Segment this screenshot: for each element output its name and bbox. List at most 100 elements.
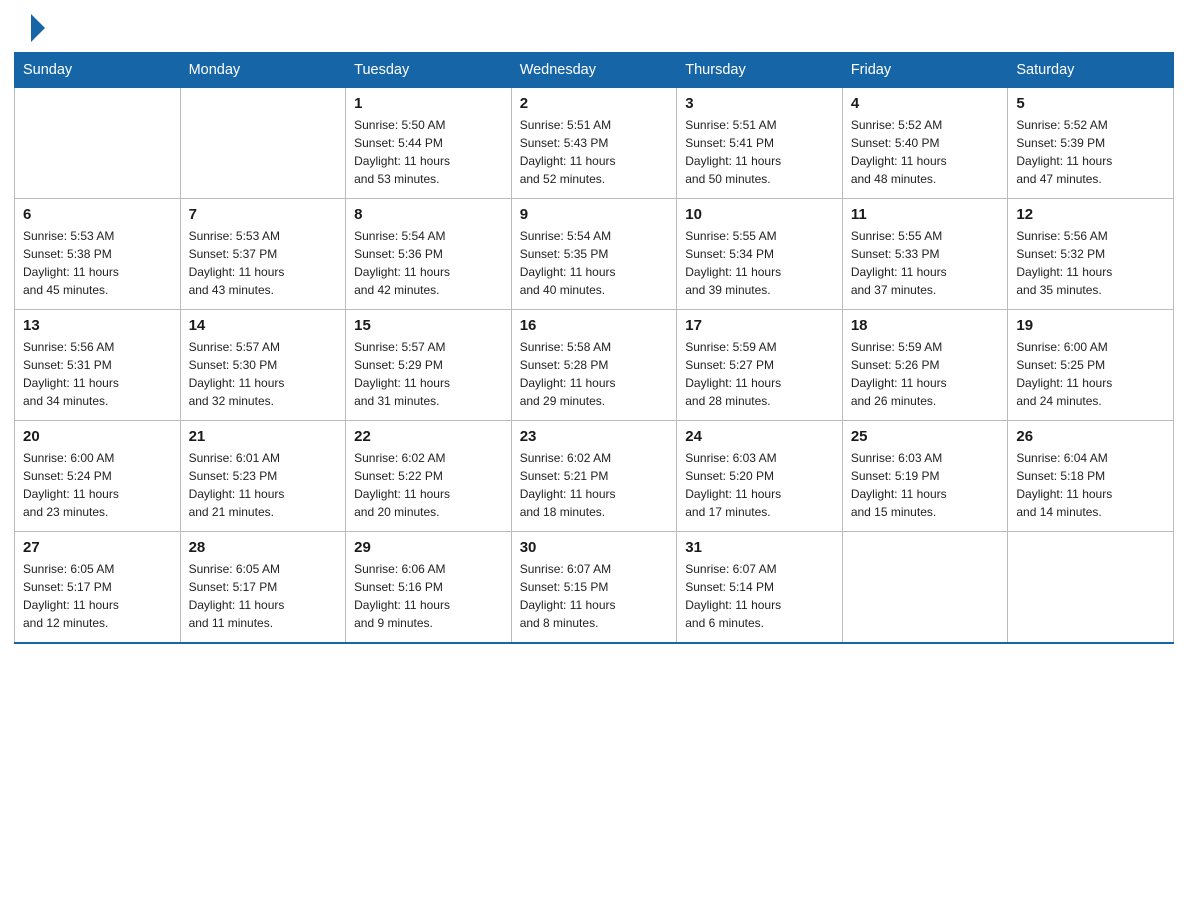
day-number: 13 <box>23 317 172 334</box>
calendar-cell: 5 Sunrise: 5:52 AM Sunset: 5:39 PM Daylig… <box>1008 88 1174 199</box>
calendar-cell: 27 Sunrise: 6:05 AM Sunset: 5:17 PM Dayli… <box>15 532 181 644</box>
calendar-week-row: 20Sunrise: 6:00 AM Sunset: 5:24 PM Dayli… <box>15 421 1174 532</box>
calendar-cell: 26Sunrise: 6:04 AM Sunset: 5:18 PM Dayli… <box>1008 421 1174 532</box>
day-of-week-header: Wednesday <box>511 53 677 88</box>
calendar-cell <box>842 532 1008 644</box>
day-number: 16 <box>520 317 669 334</box>
day-number: 29 <box>354 539 503 556</box>
day-number: 6 <box>23 206 172 223</box>
day-of-week-header: Saturday <box>1008 53 1174 88</box>
day-number: 27 <box>23 539 172 556</box>
day-number: 12 <box>1016 206 1165 223</box>
calendar-cell <box>1008 532 1174 644</box>
day-info: Sunrise: 5:56 AM Sunset: 5:31 PM Dayligh… <box>23 338 172 410</box>
day-info: Sunrise: 6:02 AM Sunset: 5:22 PM Dayligh… <box>354 449 503 521</box>
day-number: 17 <box>685 317 834 334</box>
calendar-cell: 4Sunrise: 5:52 AM Sunset: 5:40 PM Daylig… <box>842 88 1008 199</box>
day-info: Sunrise: 5:53 AM Sunset: 5:38 PM Dayligh… <box>23 227 172 299</box>
day-number: 7 <box>189 206 338 223</box>
day-number: 24 <box>685 428 834 445</box>
day-info: Sunrise: 5:54 AM Sunset: 5:35 PM Dayligh… <box>520 227 669 299</box>
day-info: Sunrise: 6:02 AM Sunset: 5:21 PM Dayligh… <box>520 449 669 521</box>
calendar-cell: 8 Sunrise: 5:54 AM Sunset: 5:36 PM Daylig… <box>346 199 512 310</box>
day-number: 8 <box>354 206 503 223</box>
day-info: Sunrise: 5:57 AM Sunset: 5:30 PM Dayligh… <box>189 338 338 410</box>
calendar-cell: 10Sunrise: 5:55 AM Sunset: 5:34 PM Dayli… <box>677 199 843 310</box>
calendar-cell: 17 Sunrise: 5:59 AM Sunset: 5:27 PM Dayli… <box>677 310 843 421</box>
day-info: Sunrise: 5:55 AM Sunset: 5:33 PM Dayligh… <box>851 227 1000 299</box>
day-of-week-header: Thursday <box>677 53 843 88</box>
day-number: 22 <box>354 428 503 445</box>
day-number: 18 <box>851 317 1000 334</box>
day-number: 14 <box>189 317 338 334</box>
day-info: Sunrise: 6:07 AM Sunset: 5:15 PM Dayligh… <box>520 560 669 632</box>
day-number: 26 <box>1016 428 1165 445</box>
day-info: Sunrise: 6:01 AM Sunset: 5:23 PM Dayligh… <box>189 449 338 521</box>
day-info: Sunrise: 5:57 AM Sunset: 5:29 PM Dayligh… <box>354 338 503 410</box>
day-info: Sunrise: 6:05 AM Sunset: 5:17 PM Dayligh… <box>23 560 172 632</box>
calendar-cell: 2 Sunrise: 5:51 AM Sunset: 5:43 PM Daylig… <box>511 88 677 199</box>
calendar-cell: 22 Sunrise: 6:02 AM Sunset: 5:22 PM Dayli… <box>346 421 512 532</box>
calendar-cell: 11 Sunrise: 5:55 AM Sunset: 5:33 PM Dayli… <box>842 199 1008 310</box>
day-of-week-header: Monday <box>180 53 346 88</box>
day-info: Sunrise: 5:55 AM Sunset: 5:34 PM Dayligh… <box>685 227 834 299</box>
calendar-cell <box>15 88 181 199</box>
day-info: Sunrise: 6:00 AM Sunset: 5:25 PM Dayligh… <box>1016 338 1165 410</box>
logo <box>28 18 47 42</box>
calendar-cell: 25 Sunrise: 6:03 AM Sunset: 5:19 PM Dayli… <box>842 421 1008 532</box>
calendar-cell: 16 Sunrise: 5:58 AM Sunset: 5:28 PM Dayli… <box>511 310 677 421</box>
day-info: Sunrise: 5:59 AM Sunset: 5:26 PM Dayligh… <box>851 338 1000 410</box>
day-number: 11 <box>851 206 1000 223</box>
calendar-cell: 14 Sunrise: 5:57 AM Sunset: 5:30 PM Dayli… <box>180 310 346 421</box>
calendar-week-row: 1Sunrise: 5:50 AM Sunset: 5:44 PM Daylig… <box>15 88 1174 199</box>
calendar-cell: 6 Sunrise: 5:53 AM Sunset: 5:38 PM Daylig… <box>15 199 181 310</box>
day-info: Sunrise: 5:53 AM Sunset: 5:37 PM Dayligh… <box>189 227 338 299</box>
day-number: 19 <box>1016 317 1165 334</box>
day-info: Sunrise: 5:52 AM Sunset: 5:40 PM Dayligh… <box>851 116 1000 188</box>
day-number: 9 <box>520 206 669 223</box>
day-number: 1 <box>354 95 503 112</box>
day-of-week-header: Sunday <box>15 53 181 88</box>
day-info: Sunrise: 5:54 AM Sunset: 5:36 PM Dayligh… <box>354 227 503 299</box>
day-number: 23 <box>520 428 669 445</box>
calendar-cell: 15 Sunrise: 5:57 AM Sunset: 5:29 PM Dayli… <box>346 310 512 421</box>
day-info: Sunrise: 5:52 AM Sunset: 5:39 PM Dayligh… <box>1016 116 1165 188</box>
calendar-cell: 28Sunrise: 6:05 AM Sunset: 5:17 PM Dayli… <box>180 532 346 644</box>
day-number: 20 <box>23 428 172 445</box>
calendar-header-row: SundayMondayTuesdayWednesdayThursdayFrid… <box>15 53 1174 88</box>
day-info: Sunrise: 5:59 AM Sunset: 5:27 PM Dayligh… <box>685 338 834 410</box>
calendar-cell: 29 Sunrise: 6:06 AM Sunset: 5:16 PM Dayli… <box>346 532 512 644</box>
calendar-week-row: 6 Sunrise: 5:53 AM Sunset: 5:38 PM Daylig… <box>15 199 1174 310</box>
day-number: 15 <box>354 317 503 334</box>
day-info: Sunrise: 6:03 AM Sunset: 5:20 PM Dayligh… <box>685 449 834 521</box>
day-info: Sunrise: 6:06 AM Sunset: 5:16 PM Dayligh… <box>354 560 503 632</box>
calendar-cell: 24 Sunrise: 6:03 AM Sunset: 5:20 PM Dayli… <box>677 421 843 532</box>
day-of-week-header: Friday <box>842 53 1008 88</box>
calendar-cell: 7 Sunrise: 5:53 AM Sunset: 5:37 PM Daylig… <box>180 199 346 310</box>
calendar-cell: 3 Sunrise: 5:51 AM Sunset: 5:41 PM Daylig… <box>677 88 843 199</box>
day-number: 5 <box>1016 95 1165 112</box>
day-number: 28 <box>189 539 338 556</box>
calendar-cell: 30 Sunrise: 6:07 AM Sunset: 5:15 PM Dayli… <box>511 532 677 644</box>
day-info: Sunrise: 5:51 AM Sunset: 5:41 PM Dayligh… <box>685 116 834 188</box>
day-number: 30 <box>520 539 669 556</box>
day-number: 3 <box>685 95 834 112</box>
calendar-cell: 23 Sunrise: 6:02 AM Sunset: 5:21 PM Dayli… <box>511 421 677 532</box>
day-info: Sunrise: 6:03 AM Sunset: 5:19 PM Dayligh… <box>851 449 1000 521</box>
calendar-cell: 19 Sunrise: 6:00 AM Sunset: 5:25 PM Dayli… <box>1008 310 1174 421</box>
day-of-week-header: Tuesday <box>346 53 512 88</box>
calendar-cell: 1Sunrise: 5:50 AM Sunset: 5:44 PM Daylig… <box>346 88 512 199</box>
day-info: Sunrise: 5:58 AM Sunset: 5:28 PM Dayligh… <box>520 338 669 410</box>
calendar-cell: 13 Sunrise: 5:56 AM Sunset: 5:31 PM Dayli… <box>15 310 181 421</box>
day-number: 2 <box>520 95 669 112</box>
calendar-week-row: 13 Sunrise: 5:56 AM Sunset: 5:31 PM Dayli… <box>15 310 1174 421</box>
day-number: 25 <box>851 428 1000 445</box>
calendar-cell: 21 Sunrise: 6:01 AM Sunset: 5:23 PM Dayli… <box>180 421 346 532</box>
day-info: Sunrise: 5:51 AM Sunset: 5:43 PM Dayligh… <box>520 116 669 188</box>
day-number: 21 <box>189 428 338 445</box>
day-info: Sunrise: 5:56 AM Sunset: 5:32 PM Dayligh… <box>1016 227 1165 299</box>
day-number: 31 <box>685 539 834 556</box>
calendar-cell: 18 Sunrise: 5:59 AM Sunset: 5:26 PM Dayli… <box>842 310 1008 421</box>
calendar-cell: 9 Sunrise: 5:54 AM Sunset: 5:35 PM Daylig… <box>511 199 677 310</box>
page-header <box>0 0 1188 52</box>
